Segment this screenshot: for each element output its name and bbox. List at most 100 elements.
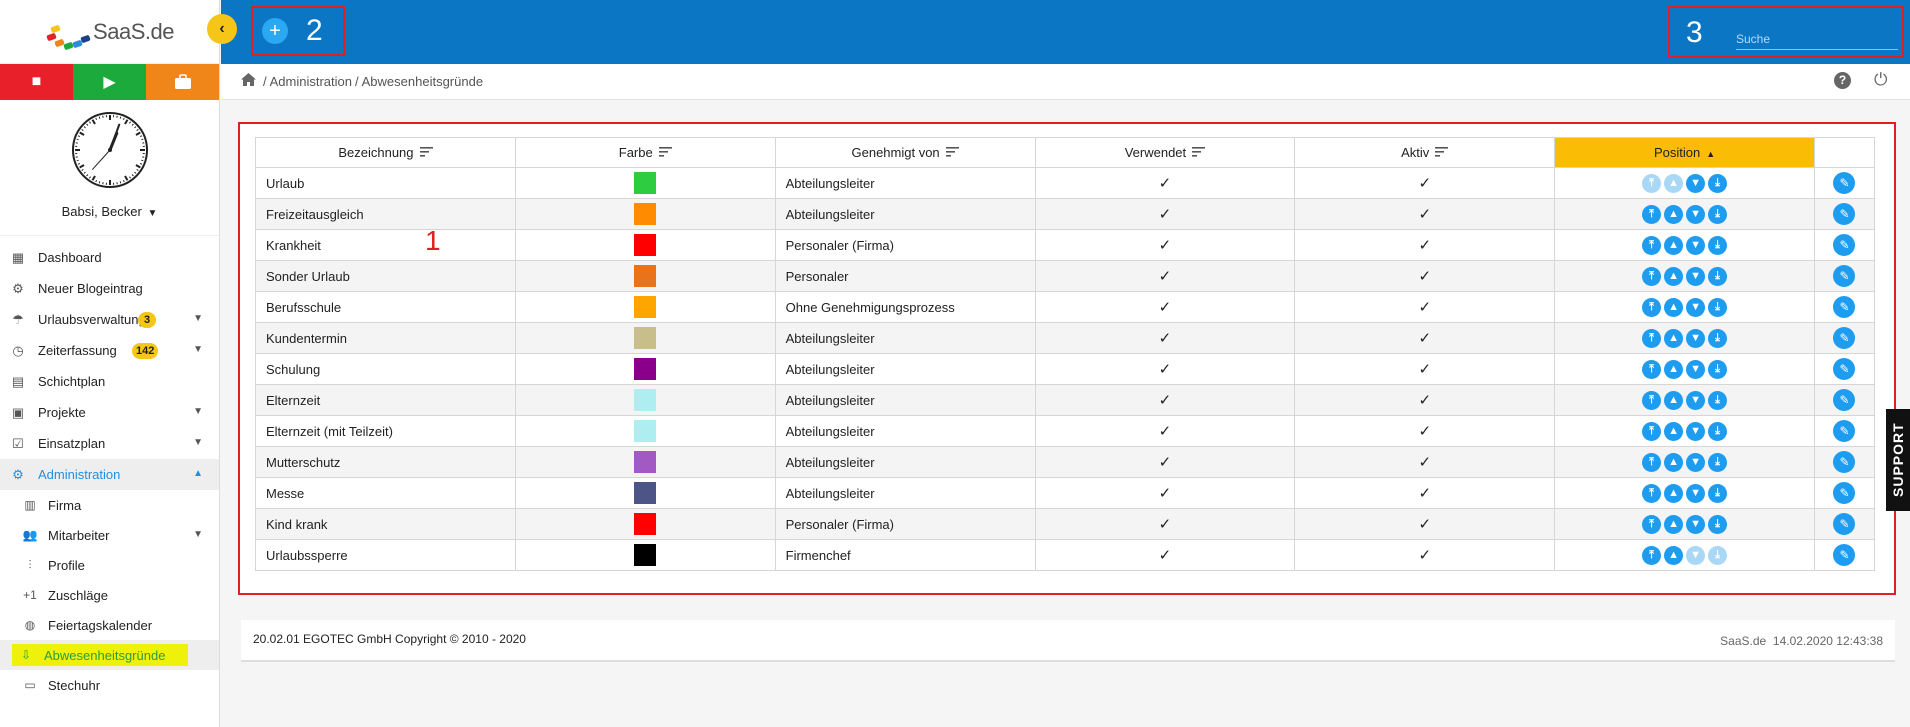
- sidebar-item-einsatzplan[interactable]: ☑ Einsatzplan ▼: [0, 428, 219, 459]
- move-top-button[interactable]: ⤒: [1642, 204, 1662, 224]
- briefcase-button[interactable]: [146, 64, 219, 100]
- logo[interactable]: SaaS.de: [0, 0, 219, 64]
- edit-button[interactable]: ✎: [1833, 544, 1856, 566]
- sidebar-item-projekte[interactable]: ▣ Projekte ▼: [0, 397, 219, 428]
- sidebar-subitem-zuschläge[interactable]: +1 Zuschläge: [0, 580, 219, 610]
- move-top-button[interactable]: ⤒: [1642, 297, 1662, 317]
- sidebar-item-urlaubsverwaltung[interactable]: ☂ Urlaubsverwaltung 3 ▼: [0, 304, 219, 335]
- move-top-button: ⤒: [1642, 173, 1662, 193]
- move-up-button[interactable]: ▲: [1664, 204, 1684, 224]
- sidebar-subitem-stechuhr[interactable]: ▭ Stechuhr: [0, 670, 219, 700]
- power-icon[interactable]: ⏻: [1874, 70, 1887, 90]
- sidebar-subitem-profile[interactable]: ⫶ Profile: [0, 550, 219, 580]
- move-bottom-button[interactable]: ⤓: [1708, 235, 1728, 255]
- move-up-button[interactable]: ▲: [1664, 328, 1684, 348]
- edit-button[interactable]: ✎: [1833, 451, 1856, 473]
- move-down-button[interactable]: ▼: [1686, 297, 1706, 317]
- move-down-button[interactable]: ▼: [1686, 359, 1706, 379]
- breadcrumb-item-administration[interactable]: Administration: [270, 74, 352, 89]
- sidebar-item-schichtplan[interactable]: ▤ Schichtplan: [0, 366, 219, 397]
- move-top-button[interactable]: ⤒: [1642, 266, 1662, 286]
- column-header-position[interactable]: Position ▲: [1554, 137, 1815, 168]
- edit-button[interactable]: ✎: [1833, 482, 1856, 504]
- edit-button[interactable]: ✎: [1833, 327, 1856, 349]
- collapse-sidebar-button[interactable]: ‹: [207, 14, 237, 44]
- move-up-button[interactable]: ▲: [1664, 514, 1684, 534]
- move-top-button[interactable]: ⤒: [1642, 545, 1662, 565]
- move-down-button[interactable]: ▼: [1686, 421, 1706, 441]
- sidebar-item-zeiterfassung[interactable]: ◷ Zeiterfassung 142 ▼: [0, 335, 219, 366]
- move-top-button[interactable]: ⤒: [1642, 421, 1662, 441]
- edit-button[interactable]: ✎: [1833, 296, 1856, 318]
- edit-button[interactable]: ✎: [1833, 389, 1856, 411]
- sidebar-item-dashboard[interactable]: ▦ Dashboard: [0, 242, 219, 273]
- move-bottom-button[interactable]: ⤓: [1708, 390, 1728, 410]
- edit-button[interactable]: ✎: [1833, 265, 1856, 287]
- move-up-button[interactable]: ▲: [1664, 235, 1684, 255]
- move-top-button[interactable]: ⤒: [1642, 483, 1662, 503]
- edit-button[interactable]: ✎: [1833, 172, 1856, 194]
- move-up-button[interactable]: ▲: [1664, 483, 1684, 503]
- edit-button[interactable]: ✎: [1833, 358, 1856, 380]
- move-bottom-button[interactable]: ⤓: [1708, 266, 1728, 286]
- sidebar-item-administration[interactable]: ⚙ Administration ▲: [0, 459, 219, 490]
- sidebar-item-neuer blogeintrag[interactable]: ⚙ Neuer Blogeintrag: [0, 273, 219, 304]
- move-bottom-button[interactable]: ⤓: [1708, 359, 1728, 379]
- sidebar-subitem-abwesenheitsgründe[interactable]: ⇩ Abwesenheitsgründe: [0, 640, 219, 670]
- move-down-button[interactable]: ▼: [1686, 173, 1706, 193]
- move-down-button[interactable]: ▼: [1686, 452, 1706, 472]
- move-down-button[interactable]: ▼: [1686, 204, 1706, 224]
- move-down-button[interactable]: ▼: [1686, 483, 1706, 503]
- pencil-icon: ✎: [1839, 300, 1850, 314]
- move-top-button[interactable]: ⤒: [1642, 452, 1662, 472]
- move-top-button[interactable]: ⤒: [1642, 235, 1662, 255]
- column-header-bezeichnung[interactable]: Bezeichnung: [255, 137, 516, 168]
- edit-button[interactable]: ✎: [1833, 234, 1856, 256]
- support-tab[interactable]: SUPPORT: [1886, 409, 1910, 511]
- move-bottom-button[interactable]: ⤓: [1708, 297, 1728, 317]
- move-top-button[interactable]: ⤒: [1642, 328, 1662, 348]
- move-bottom-button[interactable]: ⤓: [1708, 173, 1728, 193]
- move-bottom-button[interactable]: ⤓: [1708, 204, 1728, 224]
- move-down-button[interactable]: ▼: [1686, 235, 1706, 255]
- move-bottom-button[interactable]: ⤓: [1708, 452, 1728, 472]
- sidebar-subitem-firma[interactable]: ▥ Firma: [0, 490, 219, 520]
- move-up-button[interactable]: ▲: [1664, 390, 1684, 410]
- sidebar-subitem-mitarbeiter[interactable]: 👥 Mitarbeiter ▼: [0, 520, 219, 550]
- move-up-button[interactable]: ▲: [1664, 421, 1684, 441]
- edit-button[interactable]: ✎: [1833, 420, 1856, 442]
- move-bottom-button[interactable]: ⤓: [1708, 483, 1728, 503]
- edit-button[interactable]: ✎: [1833, 513, 1856, 535]
- user-menu[interactable]: Babsi, Becker ▼: [0, 200, 219, 236]
- column-header-verwendet[interactable]: Verwendet: [1034, 137, 1296, 168]
- move-top-button[interactable]: ⤒: [1642, 514, 1662, 534]
- sidebar-subitem-feiertagskalender[interactable]: ◍ Feiertagskalender: [0, 610, 219, 640]
- stop-button[interactable]: ■: [0, 64, 73, 100]
- checkmark-icon: ✓: [1418, 268, 1432, 285]
- move-bottom-button[interactable]: ⤓: [1708, 328, 1728, 348]
- add-button[interactable]: +: [262, 18, 288, 44]
- column-header-farbe[interactable]: Farbe: [514, 137, 776, 168]
- help-icon[interactable]: ?: [1834, 72, 1851, 89]
- move-up-button[interactable]: ▲: [1664, 266, 1684, 286]
- move-down-button[interactable]: ▼: [1686, 514, 1706, 534]
- move-down-icon: ▼: [1690, 548, 1701, 561]
- move-down-button[interactable]: ▼: [1686, 266, 1706, 286]
- move-down-button[interactable]: ▼: [1686, 390, 1706, 410]
- move-up-button[interactable]: ▲: [1664, 297, 1684, 317]
- move-up-button[interactable]: ▲: [1664, 452, 1684, 472]
- move-top-button[interactable]: ⤒: [1642, 359, 1662, 379]
- move-down-button[interactable]: ▼: [1686, 328, 1706, 348]
- move-bottom-button[interactable]: ⤓: [1708, 421, 1728, 441]
- column-header-genehmigt-von[interactable]: Genehmigt von: [774, 137, 1036, 168]
- cell-used: ✓: [1034, 229, 1296, 261]
- move-up-button[interactable]: ▲: [1664, 359, 1684, 379]
- play-button[interactable]: ▶: [73, 64, 146, 100]
- move-up-button[interactable]: ▲: [1664, 545, 1684, 565]
- column-header-aktiv[interactable]: Aktiv: [1294, 137, 1556, 168]
- move-bottom-button[interactable]: ⤓: [1708, 514, 1728, 534]
- move-top-button[interactable]: ⤒: [1642, 390, 1662, 410]
- edit-button[interactable]: ✎: [1833, 203, 1856, 225]
- home-icon[interactable]: [241, 73, 256, 90]
- search-input[interactable]: [1736, 28, 1898, 50]
